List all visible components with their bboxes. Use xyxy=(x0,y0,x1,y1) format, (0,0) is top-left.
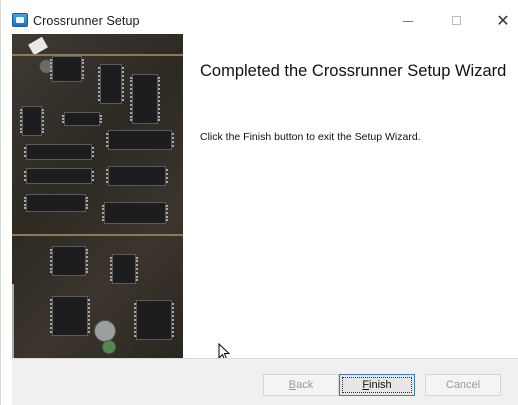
minimize-button[interactable] xyxy=(394,8,422,32)
back-button-label: ack xyxy=(296,379,314,391)
title-bar[interactable]: Crossrunner Setup ✕ xyxy=(1,0,518,32)
finish-button[interactable]: Finish xyxy=(339,374,415,396)
back-button[interactable]: Back xyxy=(263,374,339,396)
cancel-button[interactable]: Cancel xyxy=(425,374,501,396)
maximize-icon xyxy=(451,15,461,25)
circuit-chip xyxy=(50,56,84,82)
circuit-chip xyxy=(106,130,174,150)
back-button-mnemonic: B xyxy=(288,379,297,391)
window-title: Crossrunner Setup xyxy=(33,14,140,28)
finish-button-label: inish xyxy=(369,379,392,391)
circuit-chip xyxy=(110,254,138,284)
wizard-banner-image xyxy=(12,34,183,358)
circuit-chip xyxy=(24,194,88,212)
circuit-chip xyxy=(130,74,160,124)
capacitor xyxy=(102,340,116,354)
circuit-chip xyxy=(20,106,44,136)
circuit-chip xyxy=(24,144,94,160)
circuit-chip xyxy=(50,296,90,336)
circuit-chip xyxy=(106,166,168,186)
maximize-button[interactable] xyxy=(442,8,470,32)
wizard-button-bar: Back Finish Cancel xyxy=(12,358,518,405)
circuit-chip xyxy=(134,300,174,340)
setup-wizard-window: Crossrunner Setup ✕ Completed the Crossr… xyxy=(0,0,518,405)
circuit-chip xyxy=(102,202,168,224)
circuit-trace xyxy=(12,54,183,56)
circuit-chip xyxy=(24,168,94,184)
completion-description: Click the Finish button to exit the Setu… xyxy=(200,131,421,143)
close-button[interactable]: ✕ xyxy=(489,8,517,32)
circuit-trace xyxy=(12,284,14,358)
circuit-chip xyxy=(50,246,88,276)
capacitor xyxy=(94,320,116,342)
close-icon: ✕ xyxy=(496,10,510,30)
circuit-trace xyxy=(12,234,183,236)
circuit-chip xyxy=(62,112,102,126)
minimize-icon xyxy=(403,20,413,22)
circuit-chip xyxy=(98,64,124,104)
finish-button-mnemonic: F xyxy=(362,379,370,391)
installer-app-icon xyxy=(12,13,28,27)
label-sticker xyxy=(28,36,48,56)
completion-heading: Completed the Crossrunner Setup Wizard xyxy=(200,62,507,80)
